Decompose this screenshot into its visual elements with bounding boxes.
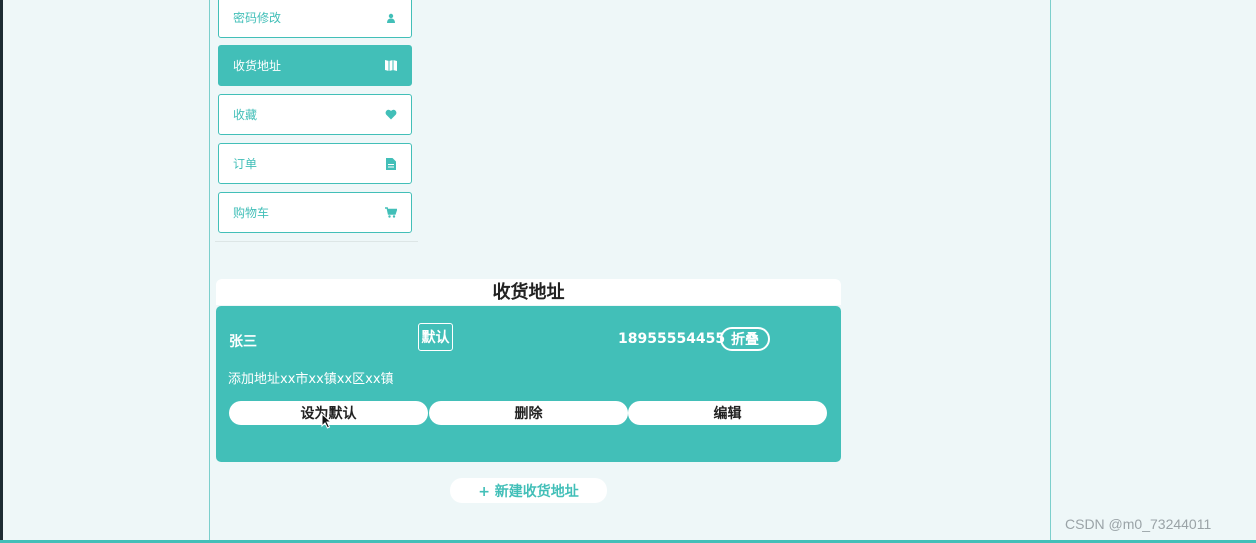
watermark: CSDN @m0_73244011 xyxy=(1065,516,1212,532)
heart-icon xyxy=(385,109,397,121)
sidebar-item-orders[interactable]: 订单 xyxy=(218,143,412,184)
sidebar-item-cart[interactable]: 购物车 xyxy=(218,192,412,233)
sidebar-item-label: 收货地址 xyxy=(233,59,282,73)
address-card: 张三 默认 18955554455 折叠 添加地址xx市xx镇xx区xx镇 设为… xyxy=(216,306,841,462)
mouse-pointer-icon xyxy=(321,412,333,429)
address-section-title: 收货地址 xyxy=(216,279,841,305)
cart-icon xyxy=(385,207,397,219)
collapse-button[interactable]: 折叠 xyxy=(720,327,770,351)
sidebar-item-address[interactable]: 收货地址 xyxy=(218,45,412,86)
recipient-name: 张三 xyxy=(229,334,257,350)
delete-button[interactable]: 删除 xyxy=(429,401,628,425)
sidebar-item-password[interactable]: 密码修改 xyxy=(218,0,412,38)
map-icon xyxy=(385,60,397,72)
sidebar-item-label: 订单 xyxy=(233,157,258,171)
sidebar-item-label: 收藏 xyxy=(233,108,258,122)
left-gutter xyxy=(0,0,209,540)
new-address-button[interactable]: + 新建收货地址 xyxy=(450,478,607,503)
edit-button[interactable]: 编辑 xyxy=(628,401,827,425)
recipient-phone: 18955554455 xyxy=(618,331,726,347)
account-sidebar: 密码修改 收货地址 收藏 订单 购物车 xyxy=(215,0,418,242)
sidebar-item-label: 密码修改 xyxy=(233,11,282,25)
page-root: 密码修改 收货地址 收藏 订单 购物车 收货地址 张三 默认 189555544… xyxy=(0,0,1256,543)
sidebar-item-favorites[interactable]: 收藏 xyxy=(218,94,412,135)
sidebar-item-label: 购物车 xyxy=(233,206,270,220)
default-badge: 默认 xyxy=(418,323,453,351)
address-detail: 添加地址xx市xx镇xx区xx镇 xyxy=(228,372,394,387)
user-icon xyxy=(385,12,397,24)
document-icon xyxy=(385,157,397,170)
right-gutter xyxy=(1051,0,1256,540)
